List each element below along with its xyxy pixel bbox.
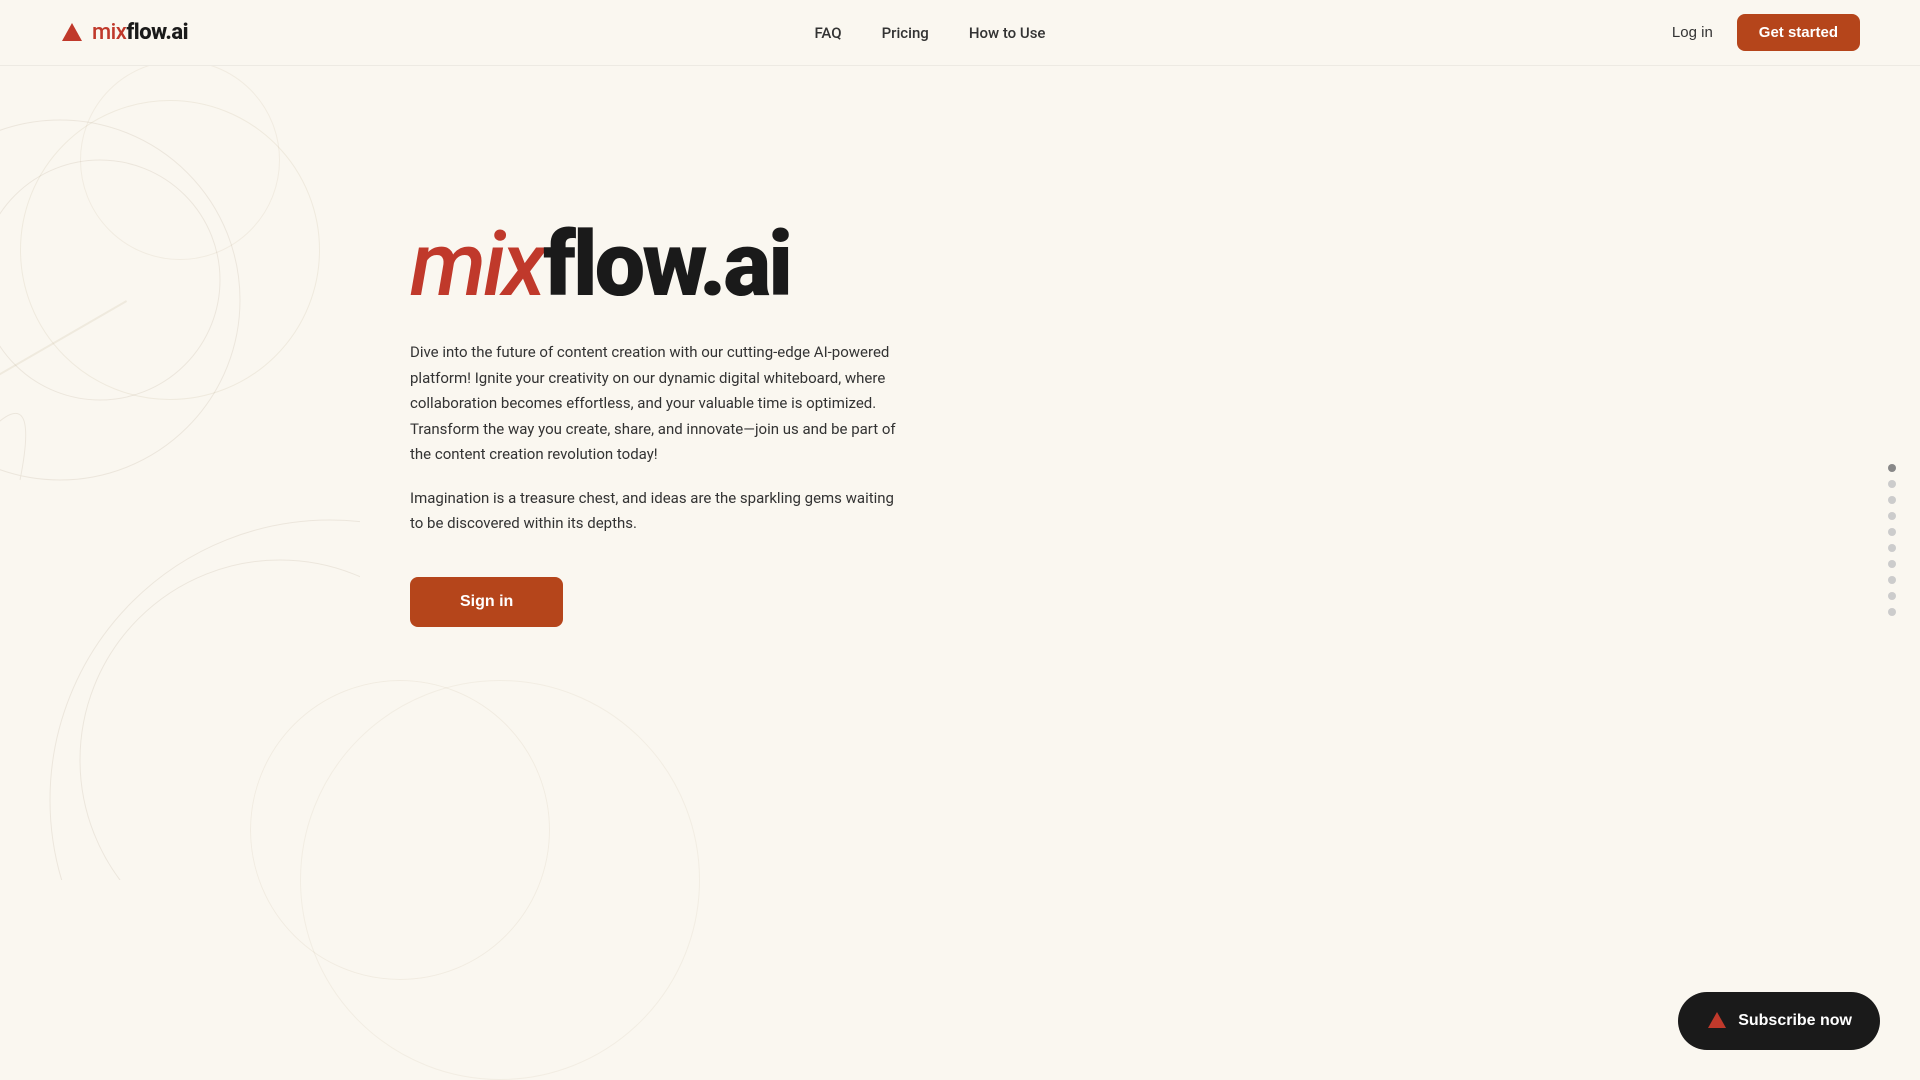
logo-mix: mix <box>92 20 126 45</box>
logo-flowai: flow.ai <box>126 20 188 45</box>
logo-icon <box>60 21 84 45</box>
side-dot-3[interactable] <box>1888 496 1896 504</box>
side-dot-1[interactable] <box>1888 464 1896 472</box>
nav-item-faq[interactable]: FAQ <box>814 23 841 42</box>
subscribe-icon <box>1706 1010 1728 1032</box>
side-dots-nav <box>1888 464 1896 616</box>
hero-title: mixflow.ai <box>410 220 790 310</box>
side-dot-2[interactable] <box>1888 480 1896 488</box>
navbar: mixflow.ai FAQ Pricing How to Use Log in… <box>0 0 1920 66</box>
side-dot-8[interactable] <box>1888 576 1896 584</box>
subscribe-now-button[interactable]: Subscribe now <box>1678 992 1880 1050</box>
side-dot-10[interactable] <box>1888 608 1896 616</box>
nav-link-how-to-use[interactable]: How to Use <box>969 24 1046 42</box>
side-dot-7[interactable] <box>1888 560 1896 568</box>
side-dot-9[interactable] <box>1888 592 1896 600</box>
side-dot-5[interactable] <box>1888 528 1896 536</box>
login-button[interactable]: Log in <box>1672 24 1713 41</box>
side-dot-4[interactable] <box>1888 512 1896 520</box>
nav-item-how-to-use[interactable]: How to Use <box>969 23 1046 42</box>
side-dot-6[interactable] <box>1888 544 1896 552</box>
logo-text: mixflow.ai <box>92 20 188 45</box>
logo-link[interactable]: mixflow.ai <box>60 20 188 45</box>
hero-title-mix: mix <box>410 212 543 317</box>
subscribe-label: Subscribe now <box>1738 1012 1852 1030</box>
nav-item-pricing[interactable]: Pricing <box>882 23 929 42</box>
hero-title-flowai: flow.ai <box>543 212 790 317</box>
hero-tagline: Imagination is a treasure chest, and ide… <box>410 486 900 537</box>
nav-actions: Log in Get started <box>1672 14 1860 51</box>
hero-description: Dive into the future of content creation… <box>410 340 900 468</box>
nav-link-pricing[interactable]: Pricing <box>882 24 929 42</box>
sign-in-button[interactable]: Sign in <box>410 577 563 627</box>
nav-link-faq[interactable]: FAQ <box>814 24 841 42</box>
get-started-button[interactable]: Get started <box>1737 14 1860 51</box>
hero-section: mixflow.ai Dive into the future of conte… <box>0 0 1920 627</box>
nav-links: FAQ Pricing How to Use <box>814 23 1045 42</box>
